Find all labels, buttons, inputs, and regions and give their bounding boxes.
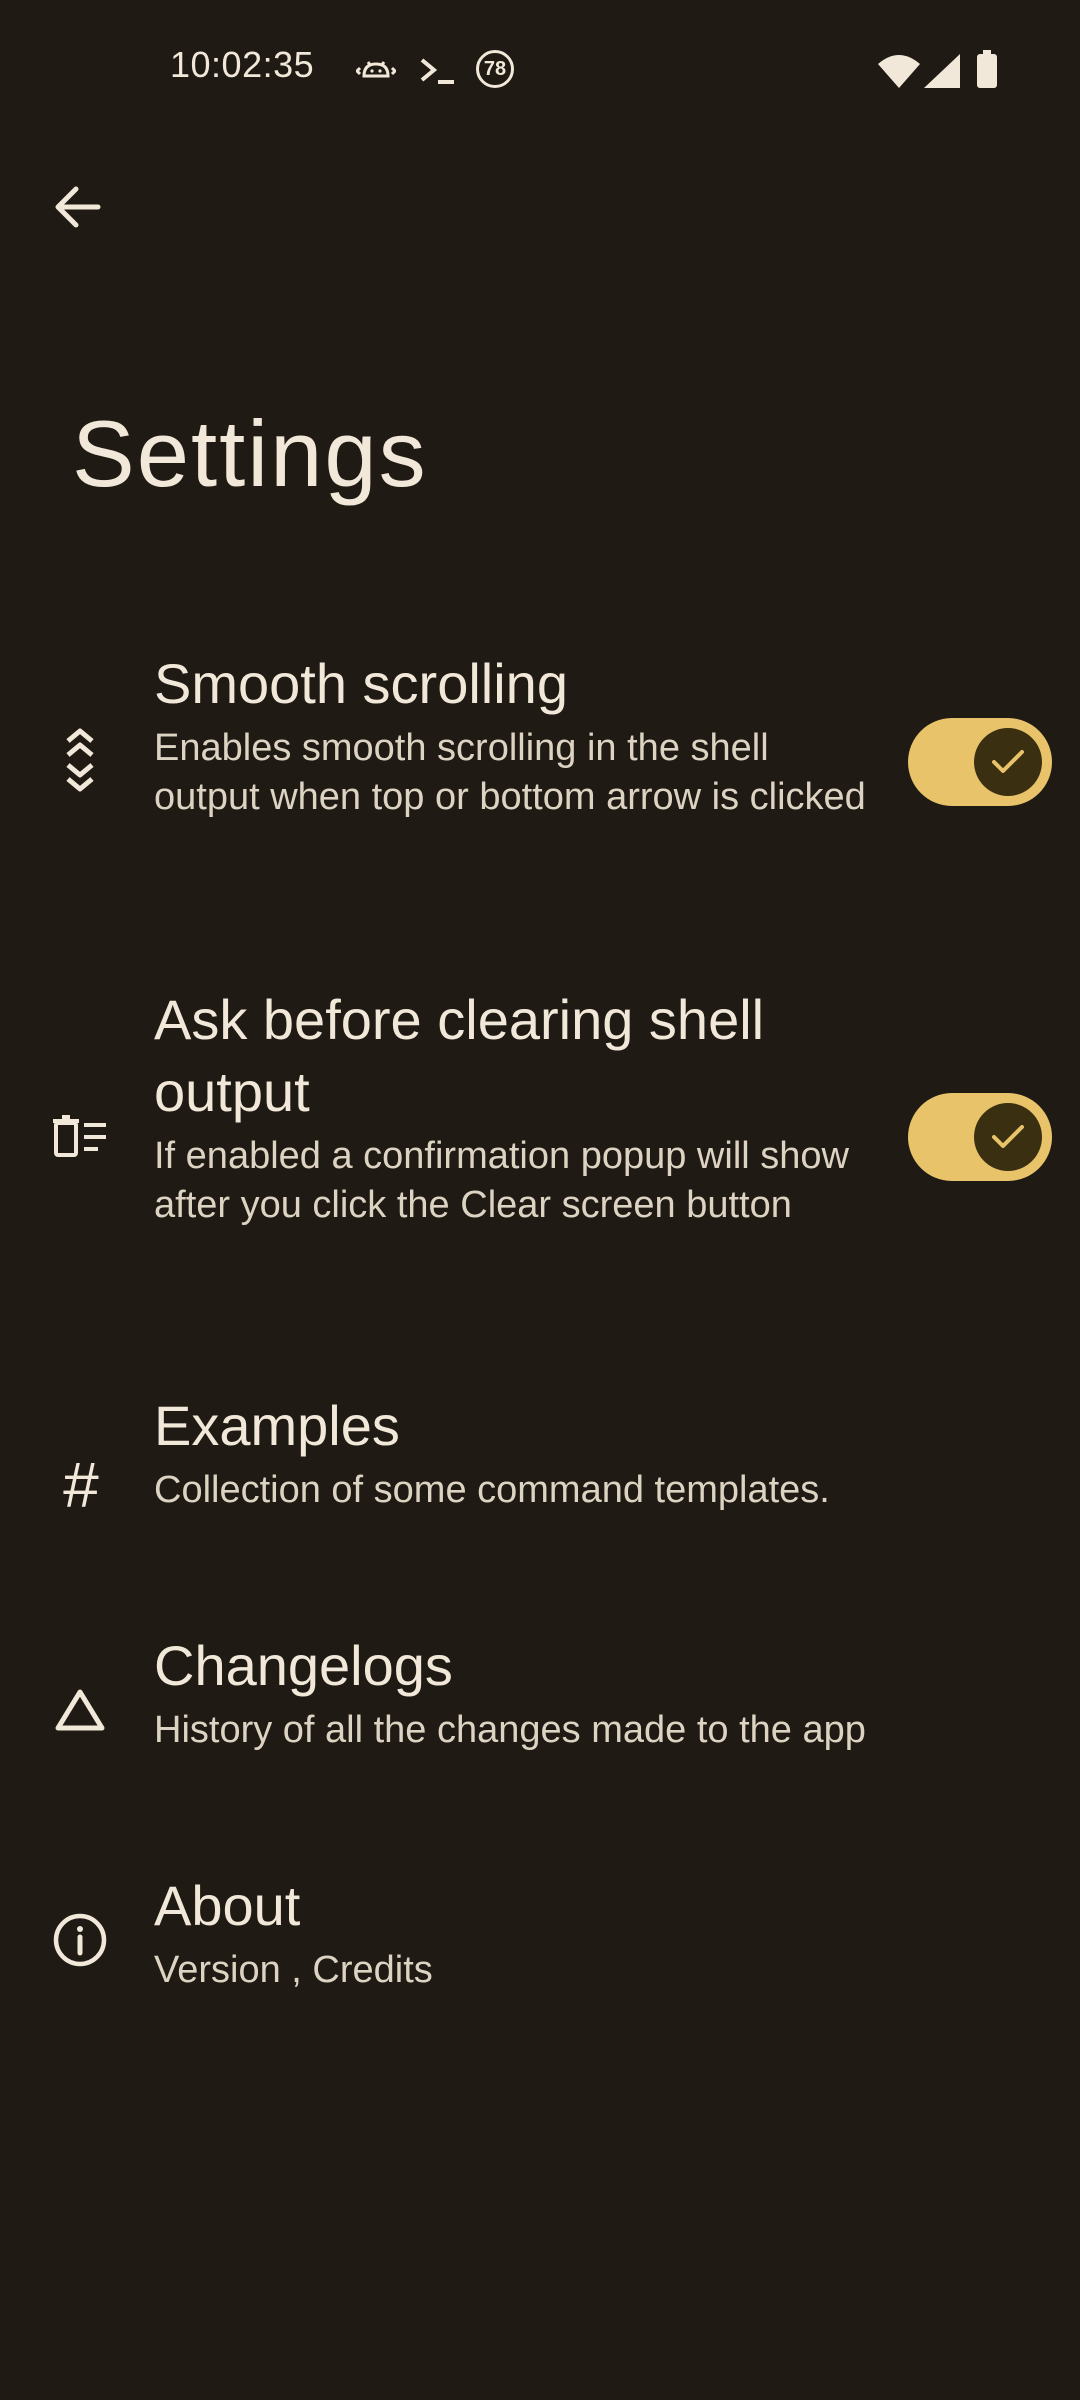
info-icon xyxy=(50,1910,110,1970)
hash-icon: # xyxy=(62,1449,98,1521)
setting-text: About Version , Credits xyxy=(154,1870,1054,1995)
setting-ask-before-clearing[interactable]: Ask before clearing shell output If enab… xyxy=(0,980,1080,1300)
setting-subtitle: If enabled a confirmation popup will sho… xyxy=(154,1135,849,1226)
triangle-icon xyxy=(50,1680,110,1740)
setting-about[interactable]: About Version , Credits xyxy=(0,1870,1080,2020)
setting-text: Changelogs History of all the changes ma… xyxy=(154,1630,1054,1755)
status-bar: 10:02:35 78 4 xyxy=(0,0,1080,140)
back-button[interactable] xyxy=(40,170,114,244)
setting-changelogs[interactable]: Changelogs History of all the changes ma… xyxy=(0,1630,1080,1780)
setting-examples[interactable]: # Examples Collection of some command te… xyxy=(0,1390,1080,1540)
page-title: Settings xyxy=(72,401,428,506)
setting-title: Changelogs xyxy=(154,1634,453,1697)
clear-list-icon xyxy=(50,1107,110,1167)
setting-smooth-scrolling[interactable]: Smooth scrolling Enables smooth scrollin… xyxy=(0,640,1080,880)
smooth-scrolling-toggle[interactable] xyxy=(908,718,1052,806)
check-icon xyxy=(992,750,1024,773)
setting-title: Examples xyxy=(154,1394,400,1457)
terminal-icon xyxy=(420,58,454,84)
setting-title: Smooth scrolling xyxy=(154,652,568,715)
toggle-thumb xyxy=(974,728,1042,796)
android-debug-icon xyxy=(356,61,396,78)
notification-badge-count: 78 xyxy=(483,57,507,80)
ask-before-clearing-toggle[interactable] xyxy=(908,1093,1052,1181)
setting-subtitle: History of all the changes made to the a… xyxy=(154,1709,866,1751)
status-clock: 10:02:35 xyxy=(170,44,315,85)
setting-subtitle: Collection of some command templates. xyxy=(154,1469,830,1511)
setting-text: Examples Collection of some command temp… xyxy=(154,1390,1054,1515)
cell-signal-icon xyxy=(924,54,960,88)
notification-badge: 78 xyxy=(476,50,514,88)
check-icon xyxy=(992,1125,1024,1148)
battery-icon xyxy=(977,50,997,88)
arrow-back-icon xyxy=(55,186,101,228)
toggle-thumb xyxy=(974,1103,1042,1171)
setting-title: About xyxy=(154,1874,301,1937)
setting-subtitle: Version , Credits xyxy=(154,1949,433,1991)
setting-subtitle: Enables smooth scrolling in the shell ou… xyxy=(154,727,866,818)
smooth-scroll-icon xyxy=(50,728,110,792)
setting-text: Smooth scrolling Enables smooth scrollin… xyxy=(154,648,874,822)
setting-title: Ask before clearing shell output xyxy=(154,988,765,1123)
setting-text: Ask before clearing shell output If enab… xyxy=(154,984,874,1230)
network-type-label: 4 xyxy=(876,68,885,85)
